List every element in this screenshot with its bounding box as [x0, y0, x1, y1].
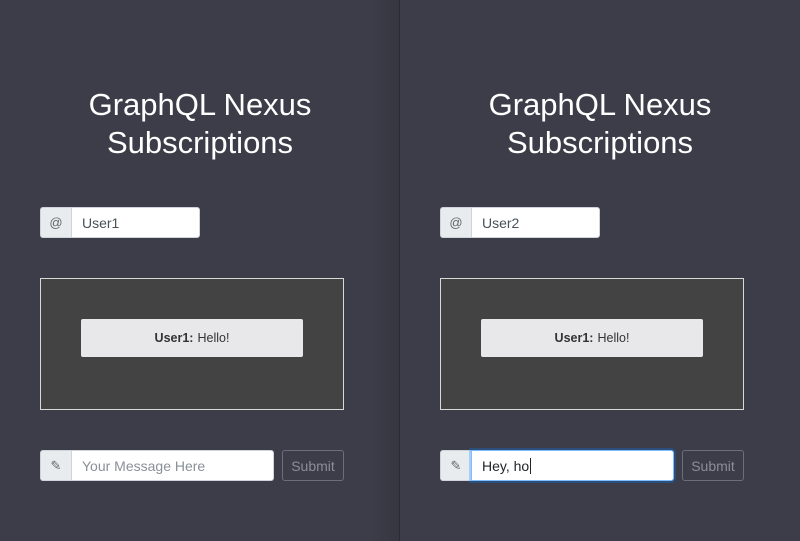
message-author: User1: — [554, 331, 594, 345]
title-line-1: GraphQL Nexus — [88, 87, 312, 122]
message-input[interactable]: Hey, ho — [471, 450, 674, 481]
title-line-1: GraphQL Nexus — [488, 87, 712, 122]
username-input[interactable]: User2 — [471, 207, 600, 238]
page-title: GraphQL Nexus Subscriptions — [400, 86, 800, 162]
username-group: @ User1 — [40, 207, 200, 238]
title-line-2: Subscriptions — [106, 125, 294, 160]
title-line-2: Subscriptions — [506, 125, 694, 160]
pencil-icon: ✎ — [440, 450, 471, 481]
pane-divider-shadow — [370, 0, 399, 541]
chat-window-user2: GraphQL Nexus Subscriptions @ User2 User… — [400, 0, 800, 541]
message-input-value: Hey, ho — [482, 457, 530, 474]
submit-button[interactable]: Submit — [682, 450, 744, 481]
message-text: Hello! — [197, 331, 230, 345]
chat-window-user1: GraphQL Nexus Subscriptions @ User1 User… — [0, 0, 400, 541]
page-title: GraphQL Nexus Subscriptions — [0, 86, 400, 162]
username-group: @ User2 — [440, 207, 600, 238]
message-item: User1: Hello! — [481, 319, 703, 357]
text-caret — [530, 457, 532, 474]
pencil-icon: ✎ — [40, 450, 71, 481]
username-input[interactable]: User1 — [71, 207, 200, 238]
at-icon: @ — [440, 207, 471, 238]
messages-panel: User1: Hello! — [40, 278, 344, 410]
message-text: Hello! — [597, 331, 630, 345]
compose-group: ✎ Your Message Here — [40, 450, 274, 481]
message-author: User1: — [154, 331, 194, 345]
messages-panel: User1: Hello! — [440, 278, 744, 410]
submit-button[interactable]: Submit — [282, 450, 344, 481]
at-icon: @ — [40, 207, 71, 238]
message-item: User1: Hello! — [81, 319, 303, 357]
compose-group: ✎ Hey, ho — [440, 450, 674, 481]
message-input[interactable]: Your Message Here — [71, 450, 274, 481]
